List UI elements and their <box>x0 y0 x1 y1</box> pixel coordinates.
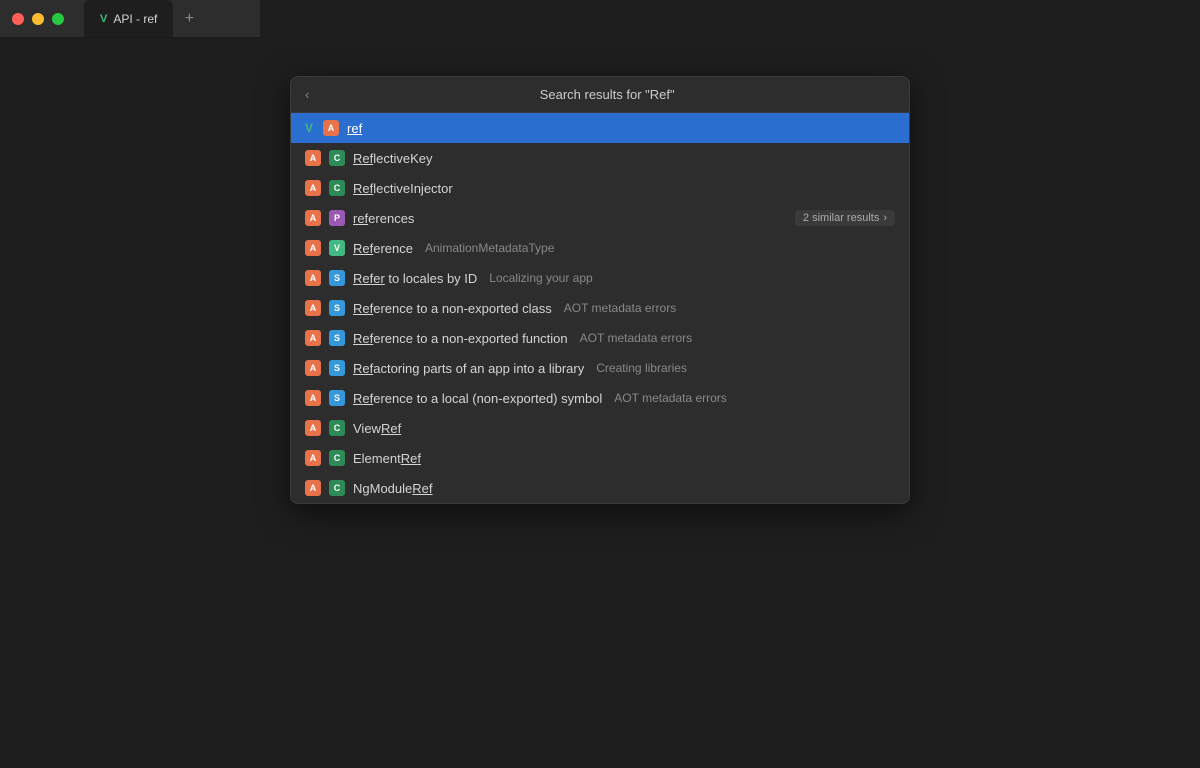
badge-a: A <box>305 240 321 256</box>
result-subtitle: Creating libraries <box>596 361 687 375</box>
result-title: ReflectiveInjector <box>353 181 453 196</box>
badge-a: A <box>323 120 339 136</box>
result-title: references <box>353 211 414 226</box>
badge-a: A <box>305 360 321 376</box>
vue-logo: V <box>305 121 313 135</box>
search-result-reference[interactable]: A V Reference AnimationMetadataType <box>291 233 909 263</box>
search-result-ngmoduleref[interactable]: A C NgModuleRef <box>291 473 909 503</box>
search-result-ref-local-symbol[interactable]: A S Reference to a local (non-exported) … <box>291 383 909 413</box>
badge-a: A <box>305 210 321 226</box>
badge-s: S <box>329 390 345 406</box>
result-title: ReflectiveKey <box>353 151 432 166</box>
similar-badge[interactable]: 2 similar results › <box>795 210 895 226</box>
badge-p: P <box>329 210 345 226</box>
result-title: ViewRef <box>353 421 401 436</box>
dropdown-title: Search results for "Ref" <box>319 87 895 102</box>
back-arrow-icon[interactable]: ‹ <box>305 87 309 102</box>
close-button[interactable] <box>12 13 24 25</box>
maximize-button[interactable] <box>52 13 64 25</box>
search-result-reflective-key[interactable]: A C ReflectiveKey <box>291 143 909 173</box>
result-subtitle: AOT metadata errors <box>564 301 677 315</box>
badge-a: A <box>305 300 321 316</box>
badge-c: C <box>329 480 345 496</box>
result-title: Reference to a non-exported class <box>353 301 552 316</box>
badge-c: C <box>329 420 345 436</box>
search-result-ref-non-exported-func[interactable]: A S Reference to a non-exported function… <box>291 323 909 353</box>
badge-a: A <box>305 180 321 196</box>
badge-c: C <box>329 180 345 196</box>
result-title: Refer to locales by ID <box>353 271 477 286</box>
search-result-reflective-injector[interactable]: A C ReflectiveInjector <box>291 173 909 203</box>
result-title: ref <box>347 121 362 136</box>
badge-a: A <box>305 450 321 466</box>
badge-s: S <box>329 300 345 316</box>
tab-bar: V API - ref + <box>84 0 201 37</box>
badge-c: C <box>329 450 345 466</box>
search-result-refer-locales[interactable]: A S Refer to locales by ID Localizing yo… <box>291 263 909 293</box>
main-content: HTML ll be registered under the parent c… <box>260 0 1200 38</box>
badge-c: C <box>329 150 345 166</box>
tab-api-ref[interactable]: V API - ref <box>84 0 173 37</box>
badge-a: A <box>305 270 321 286</box>
search-result-refactoring[interactable]: A S Refactoring parts of an app into a l… <box>291 353 909 383</box>
minimize-button[interactable] <box>32 13 44 25</box>
badge-a: A <box>305 150 321 166</box>
vue-icon: V <box>100 13 107 25</box>
result-title: Refactoring parts of an app into a libra… <box>353 361 584 376</box>
badge-s: S <box>329 270 345 286</box>
result-subtitle: AOT metadata errors <box>614 391 727 405</box>
badge-s: S <box>329 330 345 346</box>
search-result-ref[interactable]: V A ref <box>291 113 909 143</box>
badge-s: S <box>329 360 345 376</box>
search-result-ref-non-exported-class[interactable]: A S Reference to a non-exported class AO… <box>291 293 909 323</box>
search-result-references[interactable]: A P references 2 similar results › <box>291 203 909 233</box>
result-title: Reference to a local (non-exported) symb… <box>353 391 602 406</box>
result-subtitle: AnimationMetadataType <box>425 241 554 255</box>
result-subtitle: Localizing your app <box>489 271 592 285</box>
search-result-elementref[interactable]: A C ElementRef <box>291 443 909 473</box>
result-title: NgModuleRef <box>353 481 433 496</box>
badge-a: A <box>305 390 321 406</box>
dropdown-header: ‹ Search results for "Ref" <box>291 77 909 113</box>
new-tab-button[interactable]: + <box>177 7 201 31</box>
tab-title: API - ref <box>113 12 157 26</box>
badge-a: A <box>305 330 321 346</box>
result-title: Reference <box>353 241 413 256</box>
result-subtitle: AOT metadata errors <box>580 331 693 345</box>
result-title: ElementRef <box>353 451 421 466</box>
result-title: Reference to a non-exported function <box>353 331 568 346</box>
badge-v: V <box>329 240 345 256</box>
search-dropdown: ‹ Search results for "Ref" V A ref A C R… <box>290 76 910 504</box>
badge-a: A <box>305 420 321 436</box>
badge-a: A <box>305 480 321 496</box>
traffic-lights <box>12 13 64 25</box>
chevron-right-icon: › <box>883 212 887 224</box>
search-result-viewref[interactable]: A C ViewRef <box>291 413 909 443</box>
